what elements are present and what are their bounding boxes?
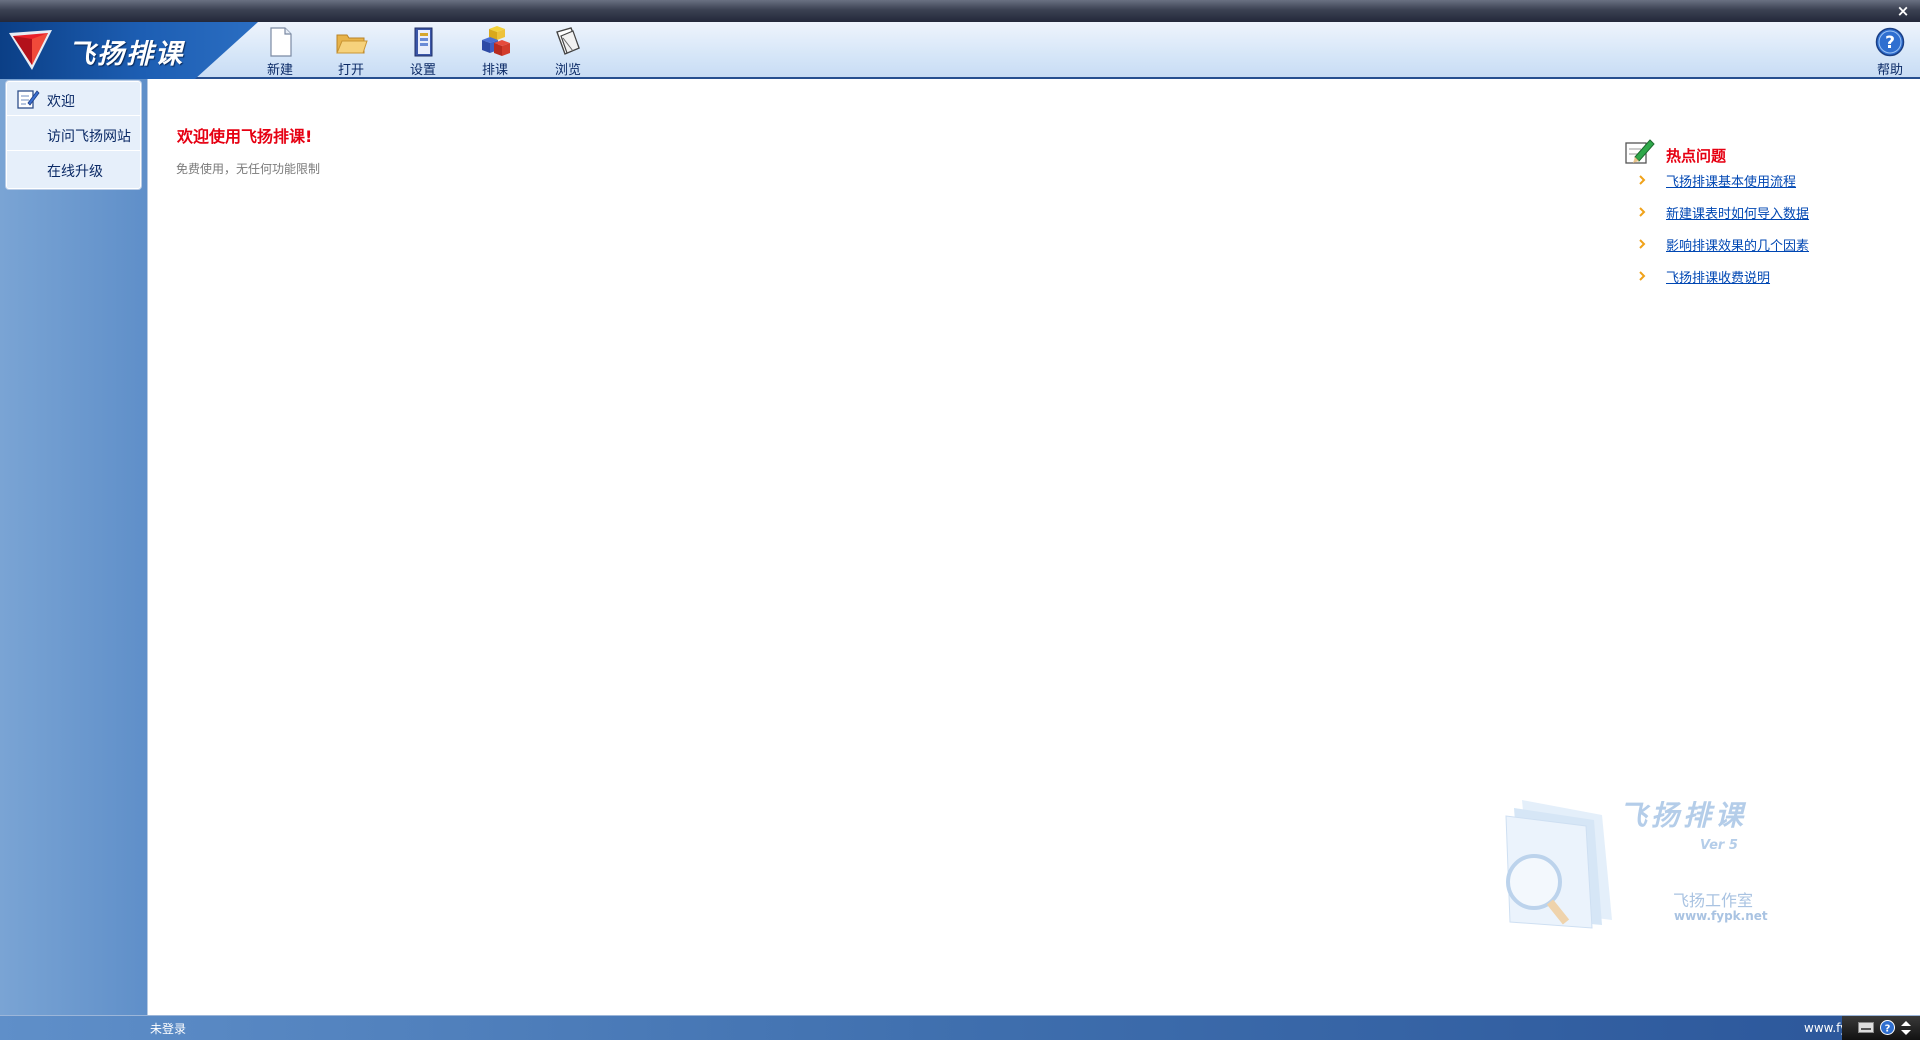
sidebar-item-welcome[interactable]: 欢迎 (7, 82, 140, 116)
watermark-title: 飞扬排课 (1619, 799, 1748, 832)
open-folder-icon (336, 34, 368, 54)
nav-panel: 欢迎 访问飞扬网站 在线升级 (6, 81, 141, 189)
arrow-bullet-icon (1639, 207, 1646, 217)
watermark-version: Ver 5 (1700, 838, 1738, 853)
close-icon: × (1896, 2, 1910, 20)
toolbar-label: 浏览 (554, 63, 581, 78)
help-label: 帮助 (1876, 63, 1903, 78)
pen-note-icon (1625, 139, 1655, 164)
sidebar-item-visit-website[interactable]: 访问飞扬网站 (7, 117, 140, 151)
sidebar: 欢迎 访问飞扬网站 在线升级 (0, 79, 147, 1015)
watermark-url: www.fypk.net (1674, 909, 1768, 923)
sidebar-item-label: 在线升级 (47, 164, 103, 180)
app-title: 飞扬排课 (68, 39, 184, 70)
arrow-bullet-icon (1639, 175, 1646, 185)
hot-topic-text[interactable]: 飞扬排课收费说明 (1666, 267, 1770, 286)
settings-book-icon (414, 27, 433, 57)
toolbar-label: 新建 (266, 63, 293, 78)
arrow-bullet-icon (1639, 239, 1646, 249)
sidebar-item-label: 访问飞扬网站 (47, 129, 131, 145)
toolbar-label: 打开 (337, 63, 364, 78)
help-icon: ? (1875, 27, 1905, 57)
status-url[interactable]: www.fypk.net (1804, 1021, 1844, 1035)
toolbar-open-button[interactable]: 打开 (322, 24, 380, 78)
logo-triangle-icon (9, 30, 52, 70)
system-tray: ? (1842, 1016, 1920, 1040)
hot-topic-text[interactable]: 影响排课效果的几个因素 (1666, 235, 1809, 254)
toolbar-browse-button[interactable]: 浏览 (539, 24, 597, 78)
help-button[interactable]: ? 帮助 (1865, 24, 1915, 78)
hot-topics-title: 热点问题 (1666, 147, 1727, 165)
login-status: 未登录 (150, 1022, 187, 1036)
hot-topic-text[interactable]: 飞扬排课基本使用流程 (1666, 171, 1796, 190)
toolbar-schedule-button[interactable]: 排课 (466, 24, 524, 78)
welcome-subtitle: 免费使用，无任何功能限制 (176, 162, 321, 176)
toolbar-settings-button[interactable]: 设置 (394, 24, 452, 78)
welcome-title: 欢迎使用飞扬排课! (177, 127, 313, 146)
svg-text:?: ? (1885, 1024, 1891, 1035)
brand-area: 飞扬排课 (0, 22, 258, 79)
arrow-bullet-icon (1639, 271, 1646, 281)
watermark-studio: 飞扬工作室 (1673, 891, 1754, 910)
tray-arrows-icon[interactable] (1900, 1020, 1912, 1036)
schedule-cubes-icon (482, 26, 510, 56)
sidebar-item-label: 欢迎 (47, 94, 75, 110)
sidebar-item-online-upgrade[interactable]: 在线升级 (7, 152, 140, 186)
hot-topic-text[interactable]: 新建课表时如何导入数据 (1666, 203, 1809, 222)
status-bar: 未登录 www.fypk.net ? (0, 1015, 1920, 1040)
keyboard-icon[interactable] (1858, 1022, 1874, 1033)
toolbar-label: 排课 (481, 63, 508, 78)
welcome-icon (17, 90, 40, 109)
toolbar-new-button[interactable]: 新建 (251, 24, 309, 78)
window-title-bar: × (0, 0, 1920, 22)
app-header: 飞扬排课 新建 打开 设置 排课 浏览 ? 帮助 (0, 22, 1920, 79)
svg-text:?: ? (1885, 33, 1895, 53)
toolbar-label: 设置 (409, 63, 436, 78)
close-button[interactable]: × (1894, 2, 1912, 20)
browse-pages-icon (556, 27, 580, 55)
new-file-icon (270, 27, 292, 57)
tray-help-icon[interactable]: ? (1880, 1020, 1895, 1035)
